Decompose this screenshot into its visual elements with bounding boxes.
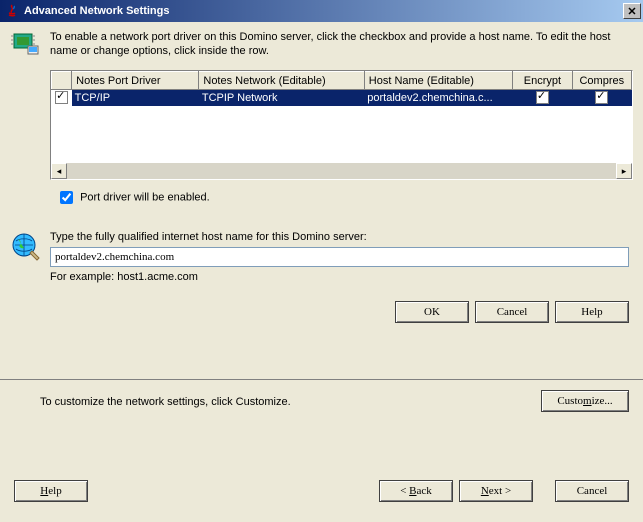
scroll-track[interactable] xyxy=(67,163,616,179)
hostname-example: For example: host1.acme.com xyxy=(50,271,629,283)
globe-icon xyxy=(10,231,42,263)
window-title: Advanced Network Settings xyxy=(24,5,623,17)
cell-host[interactable]: portaldev2.chemchina.c... xyxy=(364,90,512,106)
close-button[interactable]: ✕ xyxy=(623,3,641,19)
customize-button[interactable]: Customize... xyxy=(541,390,629,412)
col-network[interactable]: Notes Network (Editable) xyxy=(199,72,364,90)
dialog-body: To enable a network port driver on this … xyxy=(0,22,643,380)
row-encrypt-checkbox[interactable] xyxy=(536,91,549,104)
intro-text: To enable a network port driver on this … xyxy=(50,28,633,60)
col-driver[interactable]: Notes Port Driver xyxy=(72,72,199,90)
cell-network[interactable]: TCPIP Network xyxy=(199,90,364,106)
scroll-right-button[interactable]: ▸ xyxy=(616,163,632,179)
next-button[interactable]: Next > xyxy=(459,480,533,502)
wizard-text: To customize the network settings, click… xyxy=(14,390,291,408)
titlebar: Advanced Network Settings ✕ xyxy=(0,0,643,22)
back-button[interactable]: < Back xyxy=(379,480,453,502)
cell-driver[interactable]: TCP/IP xyxy=(72,90,199,106)
hostname-label: Type the fully qualified internet host n… xyxy=(50,231,629,243)
java-icon xyxy=(4,3,20,19)
wizard-help-button[interactable]: Help xyxy=(14,480,88,502)
col-encrypt[interactable]: Encrypt xyxy=(513,72,572,90)
horizontal-scrollbar[interactable]: ◂ ▸ xyxy=(51,163,632,179)
row-compress-checkbox[interactable] xyxy=(595,91,608,104)
wizard-panel: To customize the network settings, click… xyxy=(0,380,643,520)
col-compress[interactable]: Compres xyxy=(572,72,631,90)
port-enabled-checkbox[interactable] xyxy=(60,191,73,204)
col-enable[interactable] xyxy=(52,72,72,90)
cancel-button[interactable]: Cancel xyxy=(475,301,549,323)
network-chip-icon xyxy=(10,28,42,60)
ok-button[interactable]: OK xyxy=(395,301,469,323)
col-host[interactable]: Host Name (Editable) xyxy=(364,72,512,90)
help-button[interactable]: Help xyxy=(555,301,629,323)
scroll-left-button[interactable]: ◂ xyxy=(51,163,67,179)
table-row[interactable]: TCP/IP TCPIP Network portaldev2.chemchin… xyxy=(52,90,632,106)
wizard-cancel-button[interactable]: Cancel xyxy=(555,480,629,502)
port-table[interactable]: Notes Port Driver Notes Network (Editabl… xyxy=(50,70,633,180)
row-enable-checkbox[interactable] xyxy=(55,91,68,104)
port-enabled-label: Port driver will be enabled. xyxy=(80,191,210,203)
hostname-input[interactable] xyxy=(50,247,629,267)
